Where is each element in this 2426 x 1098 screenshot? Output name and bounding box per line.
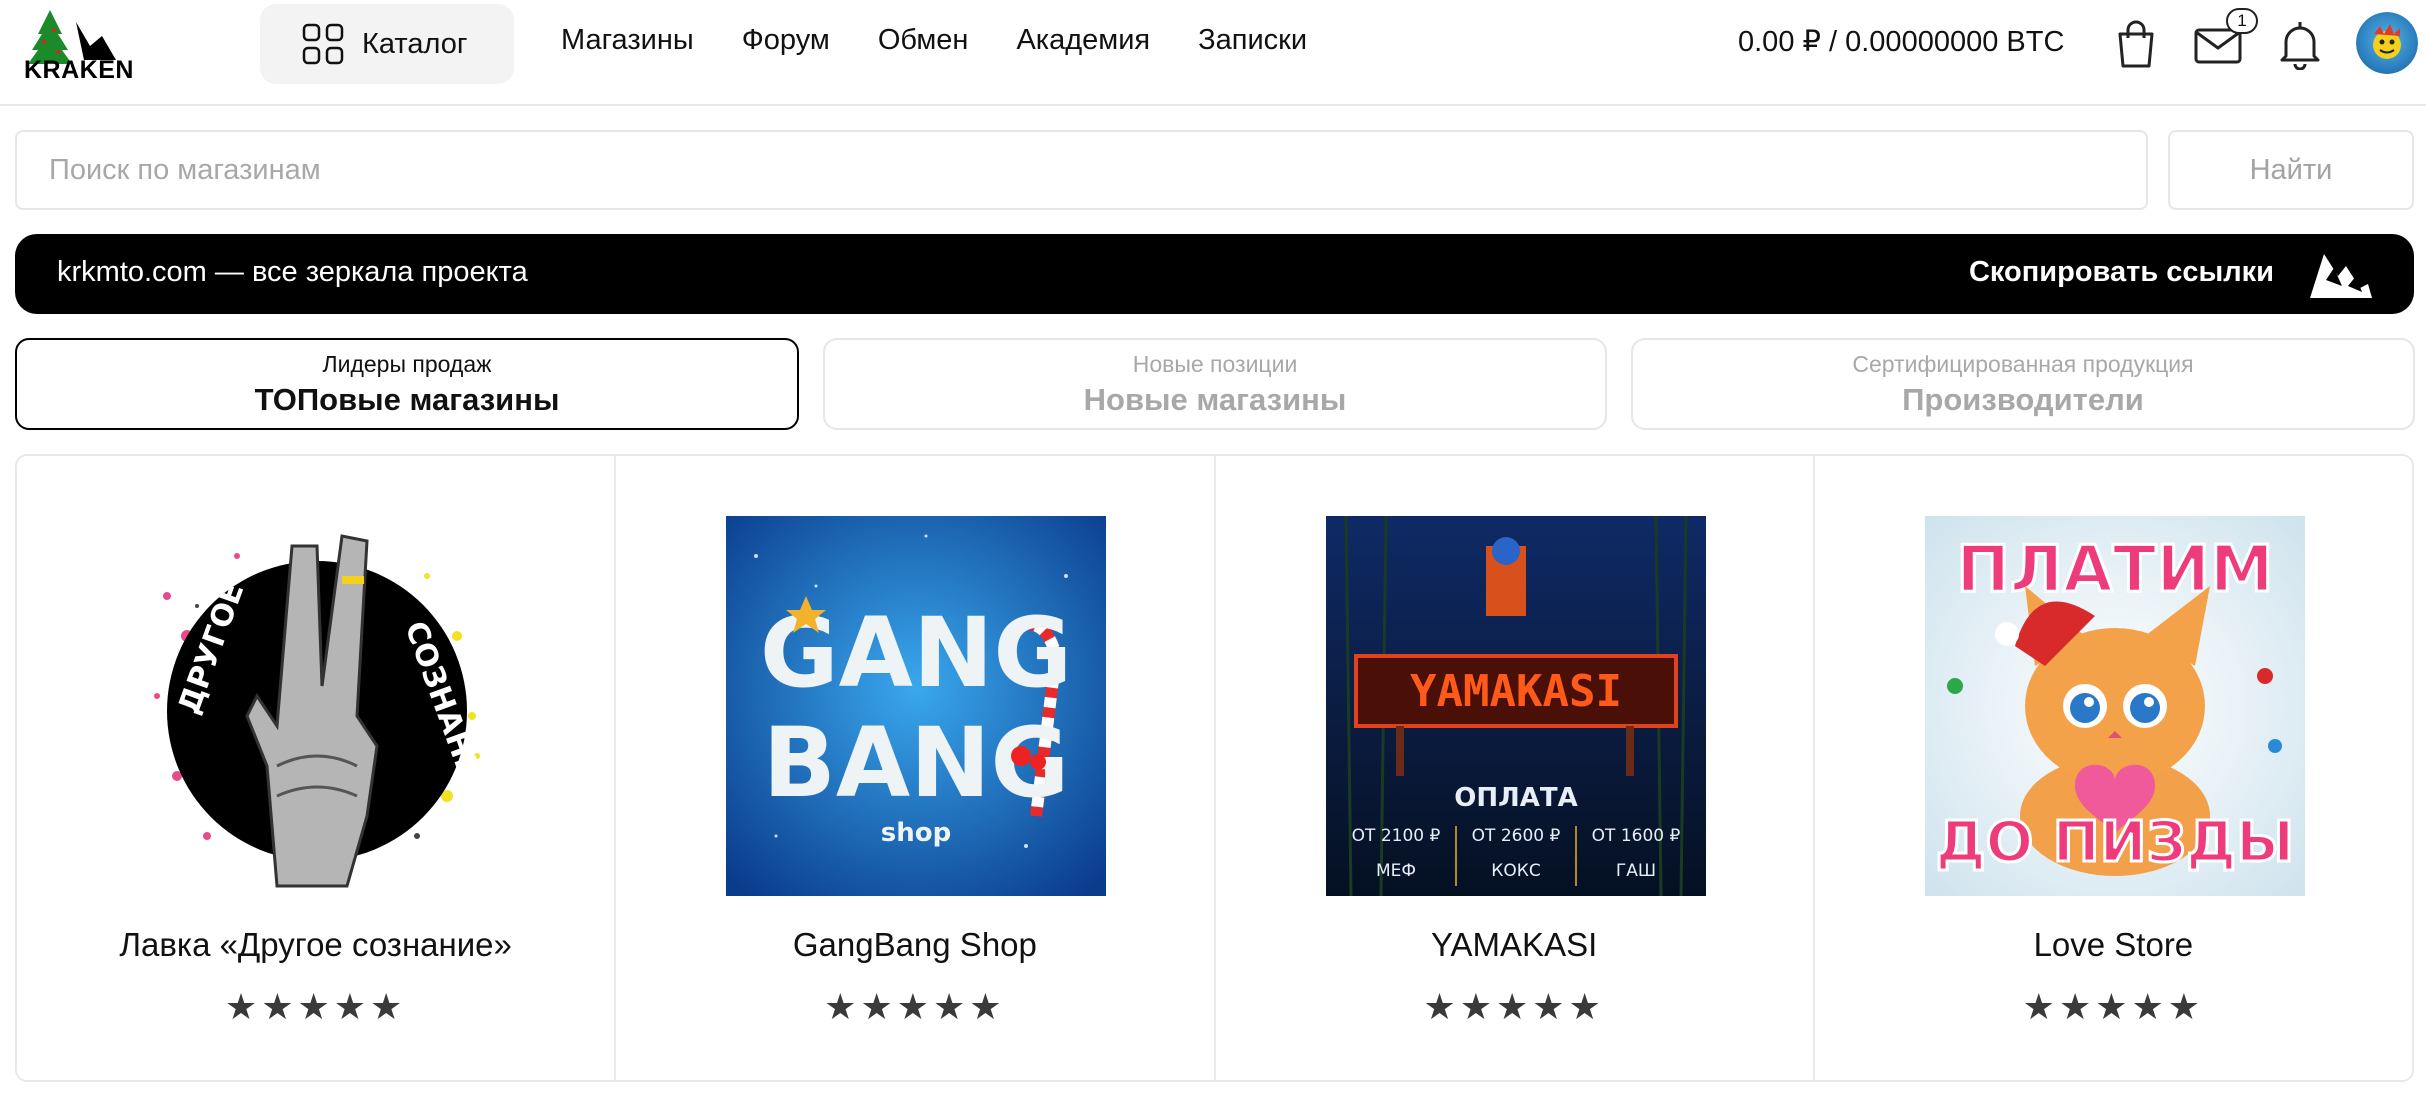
star-icon: ★: [824, 986, 861, 1027]
mirrors-text: krkmto.com — все зеркала проекта: [57, 256, 528, 288]
main-nav: Магазины Форум Обмен Академия Записки: [561, 24, 1307, 57]
tab-subtitle: Лидеры продаж: [322, 351, 492, 377]
catalog-label: Каталог: [362, 27, 468, 60]
logo-text: KRAKEN: [24, 56, 134, 84]
star-icon: ★: [860, 986, 897, 1027]
search-button[interactable]: Найти: [2168, 130, 2414, 210]
user-avatar[interactable]: [2356, 12, 2418, 74]
top-header: KRAKEN Каталог Магазины Форум Обмен Акад…: [0, 0, 2426, 106]
star-icon: ★: [2095, 986, 2132, 1027]
tab-new-shops[interactable]: Новые позиции Новые магазины: [823, 338, 1607, 430]
tab-title: Производители: [1902, 382, 2144, 417]
price-3: ОТ 1600 ₽: [1591, 826, 1680, 846]
star-icon: ★: [2167, 986, 2205, 1027]
shop-rating: ★★★★★: [1815, 986, 2412, 1028]
shop-rating: ★★★★★: [1216, 986, 1813, 1028]
nav-academy-link[interactable]: Академия: [1016, 24, 1150, 57]
shop-name[interactable]: GangBang Shop: [616, 926, 1213, 964]
star-icon: ★: [1568, 986, 1605, 1027]
shop-search-input[interactable]: [15, 130, 2148, 210]
nav-notes-link[interactable]: Записки: [1198, 24, 1307, 57]
balance-display[interactable]: 0.00 ₽ / 0.00000000 BTC: [1738, 24, 2064, 59]
bell-icon[interactable]: [2276, 16, 2324, 70]
logo-line3: shop: [881, 818, 951, 848]
neon-sign-text: YAMAKASI: [1410, 666, 1622, 717]
shop-image[interactable]: ПЛАТИМ ДО ПИЗДЫ: [1924, 516, 2305, 896]
star-icon: ★: [1423, 986, 1460, 1027]
tab-subtitle: Сертифицированная продукция: [1852, 351, 2194, 377]
tab-title: Новые магазины: [1083, 382, 1347, 417]
shop-logo-icon: ПЛАТИМ ДО ПИЗДЫ: [1924, 516, 2305, 896]
shop-card[interactable]: GANG BANG shop GangBang Shop ★★★★★: [616, 456, 1216, 1080]
shop-name[interactable]: Лавка «Другое сознание»: [17, 926, 614, 964]
star-icon: ★: [969, 986, 1006, 1027]
shops-grid: ДРУГОЕ СОЗНАНИЕ Лавка «Другое сознание» …: [15, 454, 2414, 1082]
catalog-button[interactable]: Каталог: [260, 4, 514, 84]
shop-rating: ★★★★★: [616, 986, 1213, 1028]
shop-card[interactable]: YAMAKASI ОПЛАТА ОТ 2100 ₽ ОТ 2600 ₽ ОТ 1…: [1216, 456, 1815, 1080]
shop-logo-icon: YAMAKASI ОПЛАТА ОТ 2100 ₽ ОТ 2600 ₽ ОТ 1…: [1325, 516, 1706, 896]
star-icon: ★: [1459, 986, 1496, 1027]
grid-icon: [302, 23, 344, 65]
item-1: МЕФ: [1375, 861, 1415, 881]
shop-image[interactable]: GANG BANG shop: [726, 516, 1107, 896]
shop-card[interactable]: ДРУГОЕ СОЗНАНИЕ Лавка «Другое сознание» …: [17, 456, 617, 1080]
shop-image[interactable]: ДРУГОЕ СОЗНАНИЕ: [127, 516, 507, 896]
item-2: КОКС: [1491, 861, 1540, 881]
star-icon: ★: [896, 986, 934, 1027]
tab-top-shops[interactable]: Лидеры продаж ТОПовые магазины: [15, 338, 799, 430]
avatar-image-icon: [2356, 12, 2418, 74]
nav-exchange-link[interactable]: Обмен: [878, 24, 969, 57]
star-icon: ★: [933, 986, 970, 1027]
logo-bottom-text: ДО ПИЗДЫ: [1936, 810, 2294, 875]
star-icon: ★: [224, 986, 262, 1027]
shop-rating: ★★★★★: [17, 986, 614, 1028]
shop-name[interactable]: Love Store: [1815, 926, 2412, 964]
star-icon: ★: [1532, 986, 1569, 1027]
tab-subtitle: Новые позиции: [1132, 351, 1298, 377]
nav-forum-link[interactable]: Форум: [742, 24, 830, 57]
star-icon: ★: [333, 986, 371, 1027]
shop-logo-icon: ДРУГОЕ СОЗНАНИЕ: [127, 516, 507, 896]
price-1: ОТ 2100 ₽: [1351, 826, 1440, 846]
copy-links-button[interactable]: Скопировать ссылки: [1969, 256, 2274, 289]
logo-top-text: ПЛАТИМ: [1956, 533, 2273, 607]
shop-logo-icon: GANG BANG shop: [726, 516, 1107, 896]
kraken-mark-icon: [2310, 254, 2372, 298]
star-icon: ★: [2022, 986, 2059, 1027]
nav-shops-link[interactable]: Магазины: [561, 24, 694, 57]
star-icon: ★: [2058, 986, 2096, 1027]
pay-text: ОПЛАТА: [1454, 783, 1577, 813]
shop-image[interactable]: YAMAKASI ОПЛАТА ОТ 2100 ₽ ОТ 2600 ₽ ОТ 1…: [1325, 516, 1706, 896]
mail-count-badge: 1: [2226, 8, 2258, 34]
shop-name[interactable]: YAMAKASI: [1216, 926, 1813, 964]
star-icon: ★: [261, 986, 298, 1027]
shop-card[interactable]: ПЛАТИМ ДО ПИЗДЫ Love Store ★★★★★: [1815, 456, 2412, 1080]
price-2: ОТ 2600 ₽: [1471, 826, 1560, 846]
shopping-bag-icon[interactable]: [2112, 16, 2160, 70]
star-icon: ★: [1495, 986, 1533, 1027]
tab-manufacturers[interactable]: Сертифицированная продукция Производител…: [1631, 338, 2415, 430]
star-icon: ★: [370, 986, 407, 1027]
star-icon: ★: [297, 986, 334, 1027]
tab-title: ТОПовые магазины: [254, 382, 560, 417]
mirrors-banner: krkmto.com — все зеркала проекта Скопиро…: [15, 234, 2414, 314]
star-icon: ★: [2131, 986, 2168, 1027]
item-3: ГАШ: [1615, 861, 1655, 881]
